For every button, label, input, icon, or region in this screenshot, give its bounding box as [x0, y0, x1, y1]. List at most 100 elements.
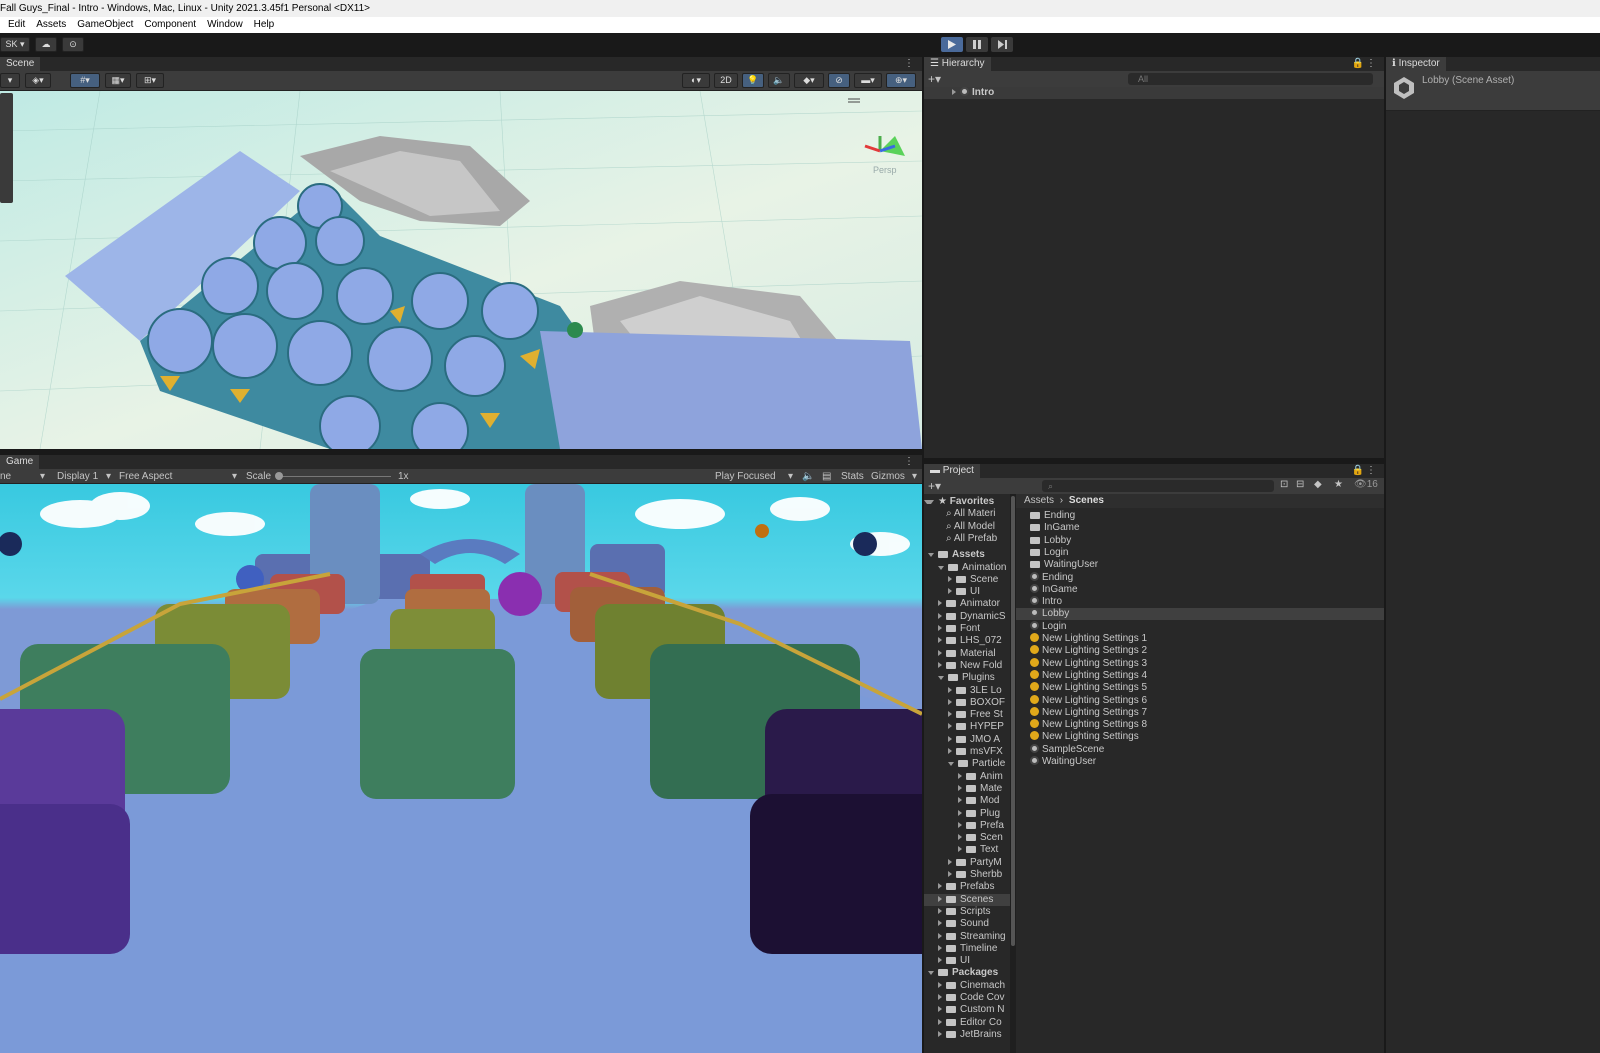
- expand-icon[interactable]: [938, 1006, 942, 1013]
- expand-icon[interactable]: [938, 676, 944, 681]
- file-list-item[interactable]: Ending: [1016, 510, 1384, 522]
- folder-tree-item[interactable]: UI: [924, 955, 1010, 967]
- expand-icon[interactable]: [948, 698, 952, 705]
- folder-tree-item[interactable]: Sound: [924, 918, 1010, 930]
- hidden-packages-count[interactable]: 👁16: [1354, 479, 1378, 490]
- expand-icon[interactable]: [938, 957, 942, 964]
- scene-viewport[interactable]: Persp: [0, 91, 922, 449]
- folder-tree-item[interactable]: Scripts: [924, 906, 1010, 918]
- folder-tree-item[interactable]: Prefa: [924, 820, 1010, 832]
- scale-slider[interactable]: [276, 476, 391, 477]
- hierarchy-scene-row[interactable]: Intro: [924, 87, 1384, 99]
- favorite-star-icon[interactable]: ★: [1334, 479, 1343, 490]
- audio-toggle-icon[interactable]: 🔈: [768, 73, 790, 88]
- folder-tree-item[interactable]: Custom N: [924, 1004, 1010, 1016]
- expand-icon[interactable]: [948, 575, 952, 582]
- folder-tree-item[interactable]: HYPEP: [924, 721, 1010, 733]
- expand-icon[interactable]: [948, 686, 952, 693]
- expand-icon[interactable]: [924, 500, 934, 504]
- expand-icon[interactable]: [948, 748, 952, 754]
- game-viewport[interactable]: [0, 484, 922, 1053]
- expand-icon[interactable]: [938, 637, 942, 644]
- folder-tree-item[interactable]: Animator: [924, 598, 1010, 610]
- file-list-item[interactable]: Login: [1016, 547, 1384, 559]
- tools-overlay[interactable]: [0, 93, 13, 203]
- file-list-item[interactable]: Lobby: [1016, 535, 1384, 547]
- expand-icon[interactable]: [938, 1030, 942, 1037]
- expand-icon[interactable]: [958, 784, 962, 791]
- more-icon[interactable]: ⋮: [1366, 464, 1376, 478]
- file-list-item[interactable]: InGame: [1016, 522, 1384, 534]
- file-list-item[interactable]: New Lighting Settings 8: [1016, 719, 1384, 731]
- expand-icon[interactable]: [958, 834, 962, 841]
- expand-icon[interactable]: [938, 932, 942, 939]
- folder-tree-item[interactable]: Scenes: [924, 893, 1010, 906]
- folder-tree-item[interactable]: Scen: [924, 832, 1010, 844]
- file-list-item[interactable]: New Lighting Settings 5: [1016, 682, 1384, 694]
- create-icon[interactable]: +▾: [928, 479, 941, 493]
- speaker-icon[interactable]: 🔈: [802, 469, 814, 484]
- expand-icon[interactable]: [928, 971, 934, 976]
- menu-window[interactable]: Window: [207, 19, 243, 30]
- file-list-item[interactable]: Lobby: [1016, 608, 1384, 621]
- expand-icon[interactable]: [952, 89, 956, 95]
- file-list-item[interactable]: New Lighting Settings 4: [1016, 669, 1384, 682]
- favorite-item[interactable]: ⌕ All Model: [924, 521, 1010, 533]
- folder-tree-item[interactable]: Streaming: [924, 931, 1010, 943]
- folder-tree-item[interactable]: Timeline: [924, 943, 1010, 955]
- folder-tree-item[interactable]: UI: [924, 586, 1010, 598]
- expand-icon[interactable]: [938, 661, 942, 668]
- expand-icon[interactable]: [958, 846, 962, 853]
- expand-icon[interactable]: [938, 920, 942, 927]
- cloud-icon[interactable]: ☁: [35, 37, 57, 52]
- label-icon[interactable]: ◆: [1314, 479, 1322, 490]
- file-list-item[interactable]: New Lighting Settings 3: [1016, 657, 1384, 670]
- favorite-item[interactable]: ⌕ All Materi: [924, 508, 1010, 520]
- filter-type-icon[interactable]: ⊟: [1296, 479, 1304, 490]
- folder-tree-item[interactable]: Prefabs: [924, 881, 1010, 893]
- hidden-objects-icon[interactable]: ⊘: [828, 73, 850, 88]
- shading-mode-icon[interactable]: ◐▾: [682, 73, 710, 88]
- folder-tree-item[interactable]: BOXOF: [924, 697, 1010, 709]
- expand-icon[interactable]: [948, 588, 952, 595]
- file-list-item[interactable]: WaitingUser: [1016, 756, 1384, 768]
- folder-tree-item[interactable]: Free St: [924, 709, 1010, 721]
- account-dropdown[interactable]: SK ▾: [0, 37, 30, 52]
- folder-tree-item[interactable]: Sherbb: [924, 869, 1010, 881]
- tab-project[interactable]: ▬ Project: [924, 464, 980, 478]
- hierarchy-search-input[interactable]: All: [1128, 73, 1373, 85]
- file-list-item[interactable]: Intro: [1016, 596, 1384, 608]
- expand-icon[interactable]: [948, 871, 952, 877]
- expand-icon[interactable]: [948, 723, 952, 730]
- camera-icon[interactable]: ▬▾: [854, 73, 882, 88]
- breadcrumb-assets[interactable]: Assets: [1024, 495, 1054, 506]
- collab-icon[interactable]: ⊙: [62, 37, 84, 52]
- search-by-type-icon[interactable]: ⊡: [1280, 479, 1288, 490]
- folder-tree-item[interactable]: Text: [924, 844, 1010, 856]
- file-list-item[interactable]: New Lighting Settings 6: [1016, 694, 1384, 707]
- expand-icon[interactable]: [938, 907, 942, 914]
- grid-toggle-icon[interactable]: #▾: [70, 73, 100, 88]
- scale-slider-thumb[interactable]: [275, 472, 283, 480]
- folder-tree-item[interactable]: Editor Co: [924, 1017, 1010, 1029]
- draw-mode-icon[interactable]: ▾: [0, 73, 20, 88]
- expand-icon[interactable]: [958, 809, 962, 816]
- folder-tree-item[interactable]: Anim: [924, 771, 1010, 783]
- file-list-item[interactable]: SampleScene: [1016, 743, 1384, 756]
- folder-tree-item[interactable]: PartyM: [924, 857, 1010, 869]
- expand-icon[interactable]: [938, 981, 942, 988]
- folder-tree-item[interactable]: Plug: [924, 808, 1010, 820]
- game-dropdown[interactable]: ne: [0, 469, 11, 484]
- expand-icon[interactable]: [938, 612, 942, 619]
- expand-icon[interactable]: [948, 858, 952, 865]
- toggle-2d-button[interactable]: 2D: [714, 73, 738, 88]
- folder-tree-item[interactable]: Plugins: [924, 672, 1010, 684]
- aspect-dropdown[interactable]: Free Aspect: [119, 469, 172, 484]
- more-icon[interactable]: ⋮: [904, 57, 914, 71]
- gizmos-icon[interactable]: ⊕▾: [886, 73, 916, 88]
- folder-tree-item[interactable]: Packages: [924, 967, 1010, 979]
- folder-tree-item[interactable]: DynamicS: [924, 611, 1010, 623]
- stats-grid-icon[interactable]: ▤: [822, 469, 831, 484]
- favorites-header[interactable]: ★ Favorites: [924, 496, 1010, 508]
- tab-inspector[interactable]: ℹ Inspector: [1386, 57, 1446, 71]
